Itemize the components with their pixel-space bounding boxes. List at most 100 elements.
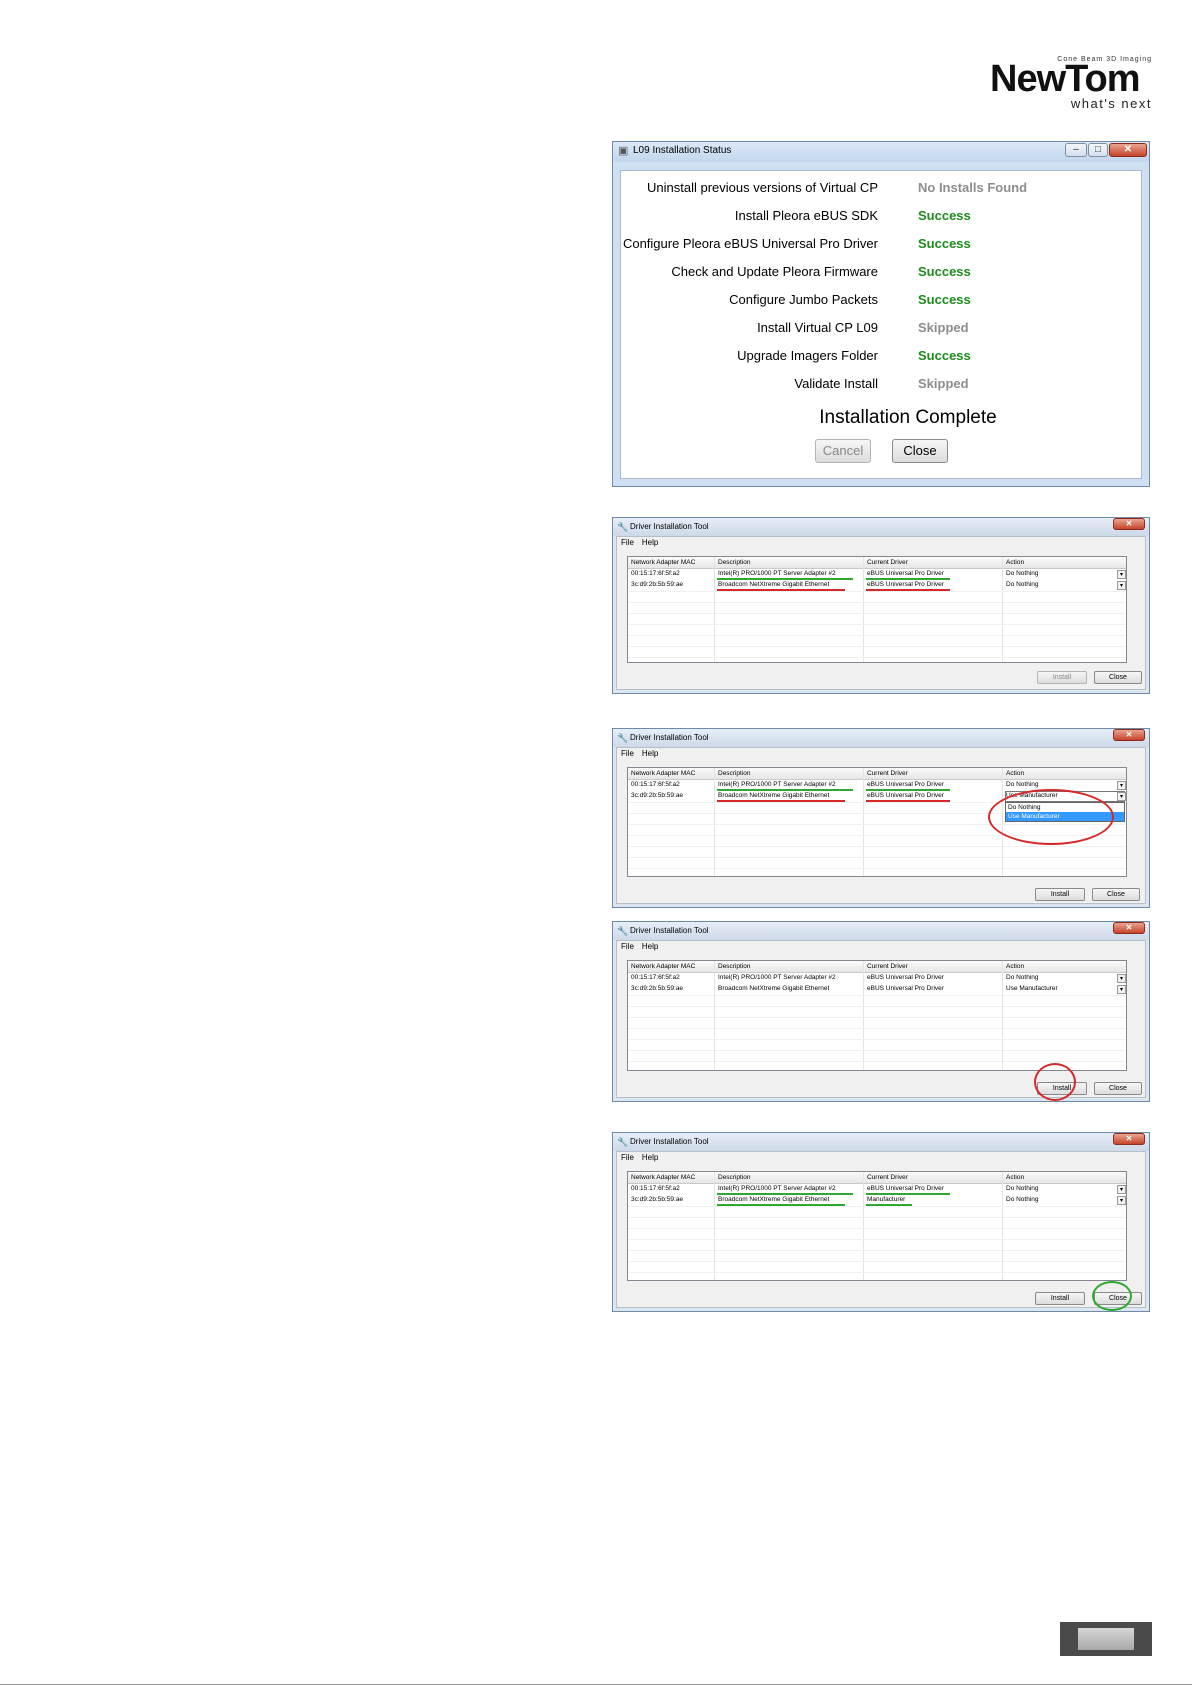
cell-mac[interactable]: 00:15:17:6f:5f:a2 (631, 974, 680, 981)
menu-help[interactable]: Help (642, 942, 658, 951)
cell-mac[interactable]: 00:15:17:6f:5f:a2 (631, 1185, 680, 1192)
menu-help[interactable]: Help (642, 538, 658, 547)
cell-driver[interactable]: Manufacturer (867, 1196, 905, 1203)
cell-mac[interactable]: 3c:d9:2b:5b:59:ae (631, 1196, 683, 1203)
cell-action[interactable]: Do Nothing (1006, 974, 1039, 981)
cell-action[interactable]: Do Nothing (1006, 1196, 1039, 1203)
column-description[interactable]: Description (718, 559, 751, 566)
menu-bar: File Help (621, 942, 666, 954)
driver-tool-window-3: 🔧 Driver Installation Tool ✕ File Help Ne… (612, 921, 1150, 1102)
window-title: Driver Installation Tool (630, 1137, 709, 1146)
close-button[interactable]: Close (1094, 671, 1142, 684)
wrench-icon: 🔧 (617, 522, 629, 532)
cell-action[interactable]: Use Manufacturer (1006, 985, 1058, 992)
cell-mac[interactable]: 00:15:17:6f:5f:a2 (631, 781, 680, 788)
highlight-underline-green (866, 1193, 950, 1195)
cell-description[interactable]: Broadcom NetXtreme Gigabit Ethernet (718, 792, 829, 799)
menu-file[interactable]: File (621, 749, 634, 758)
cell-description[interactable]: Intel(R) PRO/1000 PT Server Adapter #2 (718, 570, 836, 577)
chevron-down-icon[interactable]: ▾ (1117, 1196, 1126, 1205)
highlight-underline-green (717, 578, 853, 580)
cell-action[interactable]: Do Nothing (1006, 781, 1039, 788)
highlight-underline-red (717, 800, 845, 802)
cell-driver[interactable]: eBUS Universal Pro Driver (867, 974, 944, 981)
cell-action[interactable]: Do Nothing (1006, 570, 1039, 577)
cell-mac[interactable]: 00:15:17:6f:5f:a2 (631, 570, 680, 577)
cell-mac[interactable]: 3c:d9:2b:5b:59:ae (631, 985, 683, 992)
cell-driver[interactable]: eBUS Universal Pro Driver (867, 1185, 944, 1192)
cell-mac[interactable]: 3c:d9:2b:5b:59:ae (631, 581, 683, 588)
cell-driver[interactable]: eBUS Universal Pro Driver (867, 570, 944, 577)
cell-action[interactable]: Do Nothing (1006, 1185, 1039, 1192)
cell-driver[interactable]: eBUS Universal Pro Driver (867, 781, 944, 788)
chevron-down-icon[interactable]: ▾ (1117, 792, 1126, 801)
column-current-driver[interactable]: Current Driver (867, 559, 908, 566)
column-current-driver[interactable]: Current Driver (867, 963, 908, 970)
close-window-button[interactable]: ✕ (1109, 143, 1147, 157)
page-number (1078, 1628, 1134, 1650)
close-window-button[interactable]: ✕ (1113, 518, 1145, 530)
highlight-underline-green (717, 1204, 845, 1206)
install-button[interactable]: Install (1035, 888, 1085, 901)
cell-description[interactable]: Broadcom NetXtreme Gigabit Ethernet (718, 1196, 829, 1203)
column-description[interactable]: Description (718, 1174, 751, 1181)
cell-mac[interactable]: 3c:d9:2b:5b:59:ae (631, 792, 683, 799)
close-window-button[interactable]: ✕ (1113, 729, 1145, 741)
cell-description[interactable]: Intel(R) PRO/1000 PT Server Adapter #2 (718, 1185, 836, 1192)
close-button[interactable]: Close (1094, 1082, 1142, 1095)
chevron-down-icon[interactable]: ▾ (1117, 1185, 1126, 1194)
minimize-button[interactable]: – (1065, 143, 1087, 157)
column-mac[interactable]: Network Adapter MAC (631, 770, 695, 777)
column-mac[interactable]: Network Adapter MAC (631, 1174, 695, 1181)
install-button[interactable]: Install (1037, 671, 1087, 684)
installation-complete-text: Installation Complete (621, 407, 1141, 429)
column-mac[interactable]: Network Adapter MAC (631, 963, 695, 970)
close-button[interactable]: Close (1092, 888, 1140, 901)
cell-description[interactable]: Intel(R) PRO/1000 PT Server Adapter #2 (718, 974, 836, 981)
chevron-down-icon[interactable]: ▾ (1117, 581, 1126, 590)
installation-complete-label: Installation Complete (819, 407, 997, 428)
column-action[interactable]: Action (1006, 963, 1024, 970)
status-panel: Uninstall previous versions of Virtual C… (620, 170, 1142, 479)
column-description[interactable]: Description (718, 770, 751, 777)
cancel-button[interactable]: Cancel (815, 439, 871, 463)
cell-driver[interactable]: eBUS Universal Pro Driver (867, 792, 944, 799)
highlight-underline-red (717, 589, 845, 591)
cell-description[interactable]: Intel(R) PRO/1000 PT Server Adapter #2 (718, 781, 836, 788)
column-current-driver[interactable]: Current Driver (867, 1174, 908, 1181)
column-mac[interactable]: Network Adapter MAC (631, 559, 695, 566)
adapter-grid: Network Adapter MAC Description Current … (627, 556, 1127, 663)
menu-file[interactable]: File (621, 942, 634, 951)
column-description[interactable]: Description (718, 963, 751, 970)
cell-description[interactable]: Broadcom NetXtreme Gigabit Ethernet (718, 581, 829, 588)
menu-file[interactable]: File (621, 538, 634, 547)
highlight-underline-green (866, 578, 950, 580)
step-status: No Installs Found (918, 180, 1028, 195)
menu-help[interactable]: Help (642, 749, 658, 758)
cell-description[interactable]: Broadcom NetXtreme Gigabit Ethernet (718, 985, 829, 992)
wrench-icon: 🔧 (617, 1137, 629, 1147)
column-action[interactable]: Action (1006, 1174, 1024, 1181)
column-action[interactable]: Action (1006, 559, 1024, 566)
menu-file[interactable]: File (621, 1153, 634, 1162)
step-name: Configure Pleora eBUS Universal Pro Driv… (622, 236, 878, 251)
close-button[interactable]: Close (892, 439, 948, 463)
cell-action[interactable]: Do Nothing (1006, 581, 1039, 588)
column-current-driver[interactable]: Current Driver (867, 770, 908, 777)
close-window-button[interactable]: ✕ (1113, 922, 1145, 934)
install-button[interactable]: Install (1035, 1292, 1085, 1305)
close-window-button[interactable]: ✕ (1113, 1133, 1145, 1145)
chevron-down-icon[interactable]: ▾ (1117, 974, 1126, 983)
grid-header: Network Adapter MAC Description Current … (628, 961, 1126, 973)
menu-bar: File Help (621, 538, 666, 550)
chevron-down-icon[interactable]: ▾ (1117, 570, 1126, 579)
maximize-button[interactable]: □ (1088, 143, 1108, 157)
window-title: L09 Installation Status (633, 145, 732, 156)
highlight-circle-red (1034, 1063, 1076, 1101)
cell-driver[interactable]: eBUS Universal Pro Driver (867, 581, 944, 588)
chevron-down-icon[interactable]: ▾ (1117, 781, 1126, 790)
cell-driver[interactable]: eBUS Universal Pro Driver (867, 985, 944, 992)
menu-help[interactable]: Help (642, 1153, 658, 1162)
chevron-down-icon[interactable]: ▾ (1117, 985, 1126, 994)
column-action[interactable]: Action (1006, 770, 1024, 777)
